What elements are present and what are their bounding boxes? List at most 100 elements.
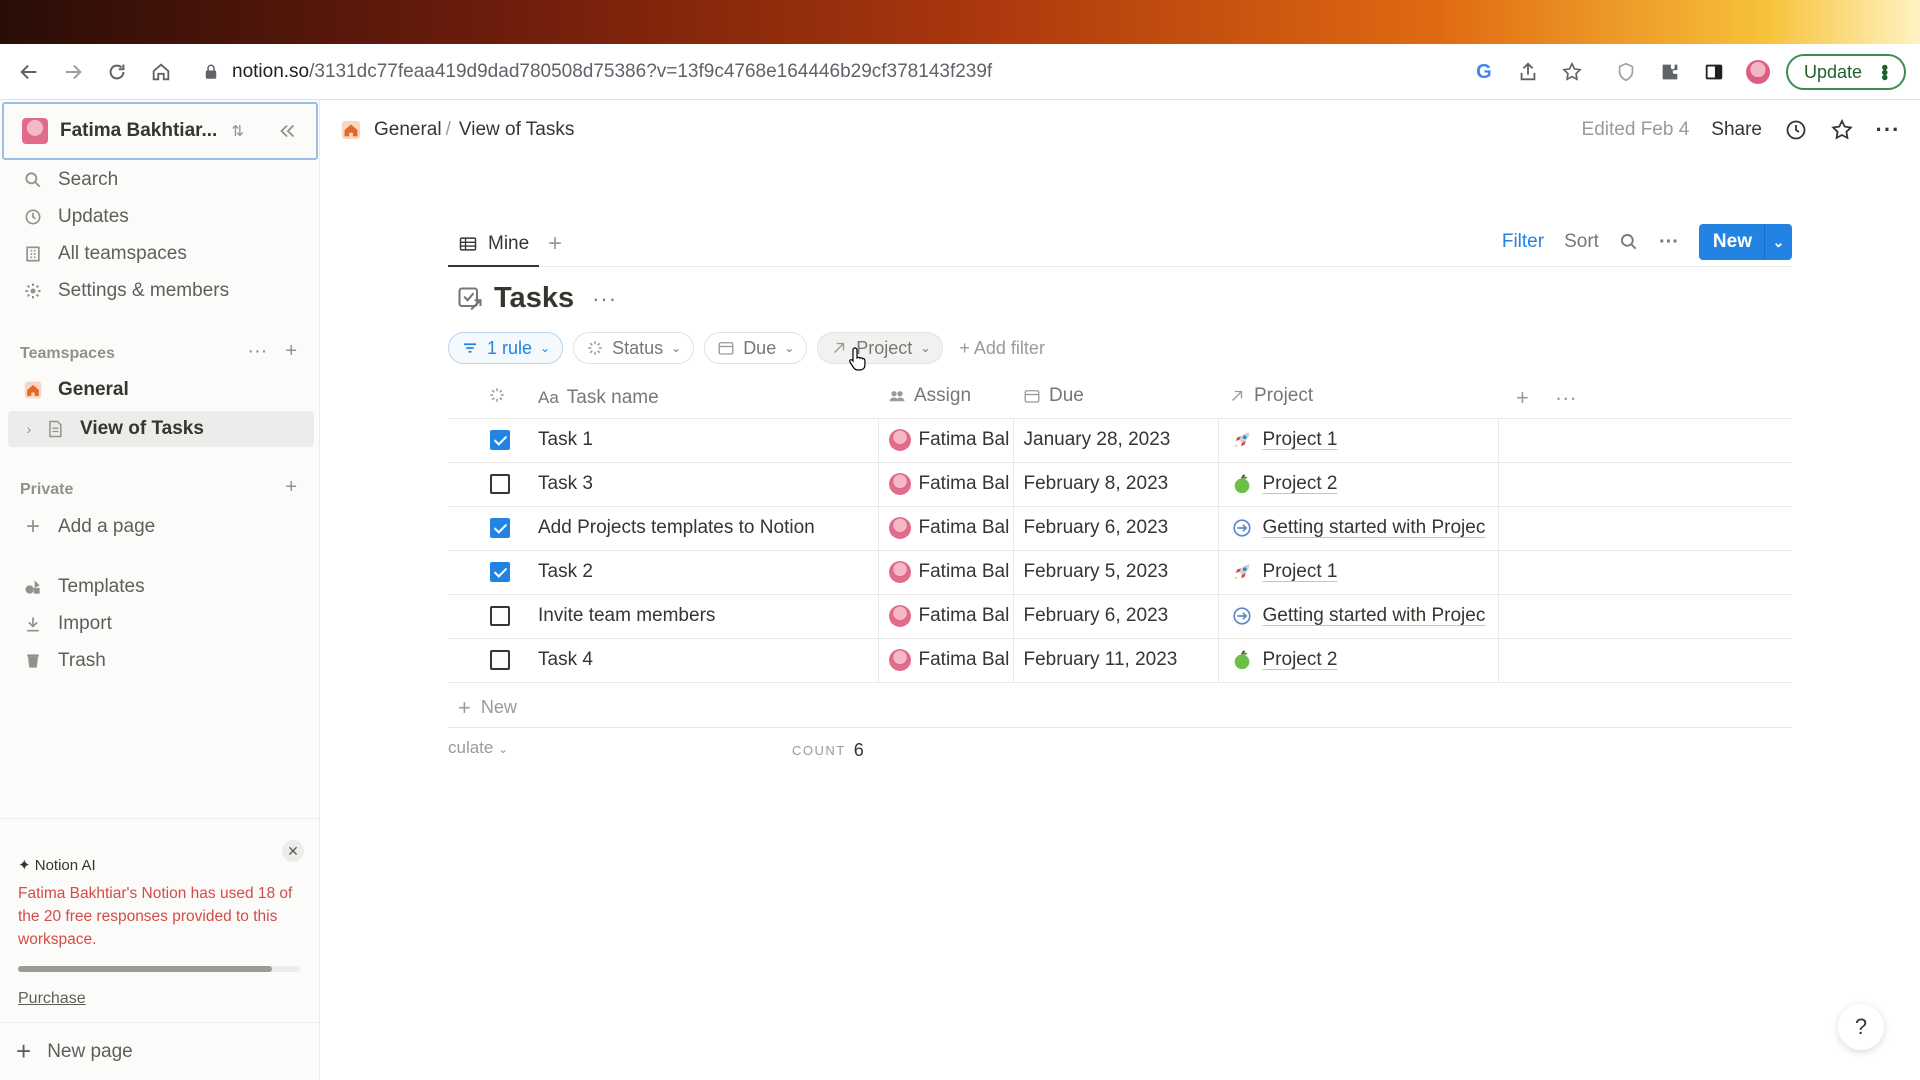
project-link[interactable]: Project 2 bbox=[1263, 649, 1338, 671]
more-horizontal-icon[interactable]: ··· bbox=[1659, 231, 1679, 254]
home-icon[interactable] bbox=[140, 51, 182, 93]
update-button[interactable]: Update ••• bbox=[1785, 54, 1906, 90]
private-add-icon[interactable]: + bbox=[285, 476, 297, 499]
filter-button[interactable]: Filter bbox=[1502, 231, 1544, 253]
sidebar-item-general[interactable]: General bbox=[0, 372, 320, 408]
workspace-switcher[interactable]: Fatima Bakhtiar... ⇅ bbox=[2, 102, 318, 160]
puzzle-extension-icon[interactable] bbox=[1648, 50, 1692, 94]
table-row[interactable]: Task 4 Fatima Bal February 11, 2023 Project… bbox=[448, 638, 1792, 683]
project-link[interactable]: Getting started with Projec bbox=[1263, 517, 1486, 539]
task-checkbox[interactable] bbox=[490, 474, 510, 494]
table-row[interactable]: Invite team members Fatima Bal February 6,… bbox=[448, 594, 1792, 639]
task-name-cell[interactable]: Task 1 bbox=[528, 418, 879, 463]
bookmark-star-icon[interactable] bbox=[1550, 50, 1594, 94]
tab-mine[interactable]: Mine bbox=[448, 222, 540, 267]
collapse-sidebar-icon[interactable] bbox=[276, 120, 298, 142]
task-checkbox[interactable] bbox=[490, 518, 510, 538]
address-bar[interactable]: notion.so/3131dc77feaa419d9dad780508d753… bbox=[188, 52, 1528, 92]
sidebar-item-updates[interactable]: Updates bbox=[0, 199, 320, 235]
due-cell[interactable]: February 11, 2023 bbox=[1013, 638, 1219, 683]
due-cell[interactable]: February 5, 2023 bbox=[1013, 550, 1219, 595]
table-row[interactable]: Task 1 Fatima Bal January 28, 2023 Project … bbox=[448, 418, 1792, 463]
add-row-button[interactable]: + New bbox=[448, 688, 1792, 728]
assign-cell[interactable]: Fatima Bal bbox=[878, 550, 1014, 595]
due-cell[interactable]: February 6, 2023 bbox=[1013, 594, 1219, 639]
sidebar-item-add-page[interactable]: + Add a page bbox=[0, 509, 320, 545]
due-cell[interactable]: February 8, 2023 bbox=[1013, 462, 1219, 507]
table-row[interactable]: Task 2 Fatima Bal February 5, 2023 Project … bbox=[448, 550, 1792, 595]
search-icon[interactable] bbox=[1619, 232, 1639, 252]
more-horizontal-icon[interactable]: ··· bbox=[592, 286, 617, 312]
rule-filter-chip[interactable]: 1 rule ⌄ bbox=[448, 332, 564, 364]
project-cell[interactable]: Project 1 bbox=[1218, 550, 1499, 595]
task-checkbox[interactable] bbox=[490, 606, 510, 626]
more-horizontal-icon[interactable]: ··· bbox=[1555, 385, 1577, 411]
teamspaces-more-icon[interactable]: ··· bbox=[247, 340, 267, 363]
add-property-icon[interactable]: + bbox=[1516, 385, 1529, 411]
breadcrumb-view-of-tasks[interactable]: View of Tasks bbox=[459, 119, 574, 141]
add-filter-button[interactable]: + Add filter bbox=[953, 338, 1045, 359]
back-icon[interactable] bbox=[8, 51, 50, 93]
sort-button[interactable]: Sort bbox=[1564, 231, 1599, 253]
chevron-right-icon[interactable]: › bbox=[22, 418, 36, 440]
project-cell[interactable]: Project 2 bbox=[1218, 462, 1499, 507]
project-cell[interactable]: Getting started with Projec bbox=[1218, 506, 1499, 551]
column-header-assign[interactable]: Assign bbox=[878, 378, 1013, 419]
column-header-due[interactable]: Due bbox=[1013, 378, 1218, 419]
count-summary[interactable]: COUNT 6 bbox=[792, 740, 864, 761]
page-title[interactable]: Tasks bbox=[494, 282, 574, 315]
sidebar-item-search[interactable]: Search bbox=[0, 162, 320, 198]
sidebar-item-templates[interactable]: Templates bbox=[0, 569, 320, 605]
profile-avatar[interactable] bbox=[1736, 50, 1780, 94]
google-icon[interactable]: G bbox=[1462, 50, 1506, 94]
add-view-icon[interactable]: + bbox=[548, 230, 562, 258]
more-horizontal-icon[interactable]: ··· bbox=[1876, 117, 1900, 142]
task-checkbox[interactable] bbox=[490, 650, 510, 670]
favorite-star-icon[interactable] bbox=[1830, 118, 1854, 142]
new-button[interactable]: New ⌄ bbox=[1698, 224, 1792, 260]
project-cell[interactable]: Getting started with Projec bbox=[1218, 594, 1499, 639]
due-cell[interactable]: February 6, 2023 bbox=[1013, 506, 1219, 551]
side-panel-icon[interactable] bbox=[1692, 50, 1736, 94]
task-checkbox[interactable] bbox=[490, 562, 510, 582]
calculate-dropdown[interactable]: culate ⌄ bbox=[448, 738, 508, 758]
history-clock-icon[interactable] bbox=[1784, 118, 1808, 142]
sidebar-item-view-of-tasks[interactable]: › View of Tasks bbox=[8, 411, 314, 447]
assign-cell[interactable]: Fatima Bal bbox=[878, 418, 1014, 463]
sidebar-item-import[interactable]: Import bbox=[0, 606, 320, 642]
teamspaces-add-icon[interactable]: + bbox=[285, 340, 297, 363]
project-cell[interactable]: Project 1 bbox=[1218, 418, 1499, 463]
assign-cell[interactable]: Fatima Bal bbox=[878, 462, 1014, 507]
column-header-status[interactable] bbox=[448, 378, 528, 419]
table-row[interactable]: Add Projects templates to Notion Fatima B… bbox=[448, 506, 1792, 551]
project-link[interactable]: Project 1 bbox=[1263, 429, 1338, 451]
table-row[interactable]: Task 3 Fatima Bal February 8, 2023 Project … bbox=[448, 462, 1792, 507]
task-name-cell[interactable]: Task 2 bbox=[528, 550, 879, 595]
due-filter-chip[interactable]: Due ⌄ bbox=[704, 332, 808, 364]
task-checkbox[interactable] bbox=[490, 430, 510, 450]
assign-cell[interactable]: Fatima Bal bbox=[878, 506, 1014, 551]
project-link[interactable]: Project 2 bbox=[1263, 473, 1338, 495]
new-page-button[interactable]: + New page bbox=[0, 1022, 320, 1080]
due-cell[interactable]: January 28, 2023 bbox=[1013, 418, 1219, 463]
reload-icon[interactable] bbox=[96, 51, 138, 93]
sidebar-item-trash[interactable]: Trash bbox=[0, 643, 320, 679]
project-link[interactable]: Project 1 bbox=[1263, 561, 1338, 583]
task-name-cell[interactable]: Task 4 bbox=[528, 638, 879, 683]
status-filter-chip[interactable]: Status ⌄ bbox=[573, 332, 695, 364]
chevron-down-icon[interactable]: ⌄ bbox=[1764, 224, 1792, 260]
task-name-cell[interactable]: Invite team members bbox=[528, 594, 879, 639]
purchase-link[interactable]: Purchase bbox=[18, 990, 86, 1008]
forward-icon[interactable] bbox=[52, 51, 94, 93]
sidebar-item-all-teamspaces[interactable]: All teamspaces bbox=[0, 236, 320, 272]
project-cell[interactable]: Project 2 bbox=[1218, 638, 1499, 683]
help-button[interactable]: ? bbox=[1838, 1004, 1884, 1050]
task-name-cell[interactable]: Task 3 bbox=[528, 462, 879, 507]
assign-cell[interactable]: Fatima Bal bbox=[878, 594, 1014, 639]
share-button[interactable]: Share bbox=[1711, 119, 1762, 141]
project-link[interactable]: Getting started with Projec bbox=[1263, 605, 1486, 627]
assign-cell[interactable]: Fatima Bal bbox=[878, 638, 1014, 683]
task-name-cell[interactable]: Add Projects templates to Notion bbox=[528, 506, 879, 551]
share-page-icon[interactable] bbox=[1506, 50, 1550, 94]
shield-extension-icon[interactable] bbox=[1604, 50, 1648, 94]
